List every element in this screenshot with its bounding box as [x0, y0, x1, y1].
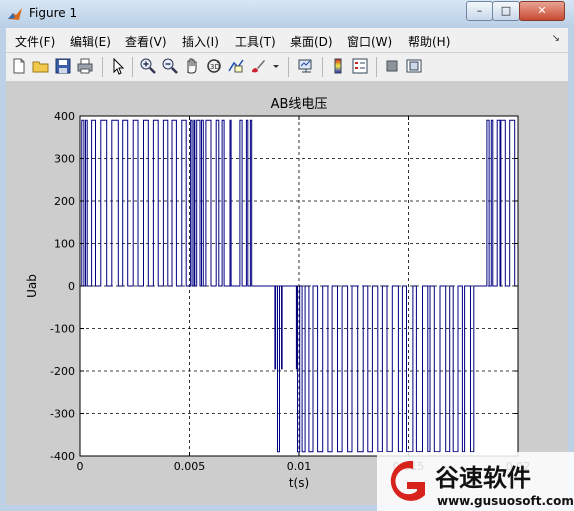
brush-icon[interactable] [249, 57, 267, 75]
zoom-out-icon[interactable] [161, 57, 179, 75]
colorbar-icon[interactable] [329, 57, 347, 75]
y-tick-label: 100 [54, 238, 75, 251]
maximize-button[interactable]: □ [492, 1, 520, 21]
x-tick-label: 0.005 [174, 460, 206, 473]
menu-dock-arrow-icon[interactable]: ↘ [552, 33, 560, 44]
x-tick-label: 0 [77, 460, 84, 473]
menu-bar: 文件(F) 编辑(E) 查看(V) 插入(I) 工具(T) 桌面(D) 窗口(W… [6, 28, 568, 53]
y-axis-label: Uab [25, 274, 39, 298]
watermark-url: www.gusuosoft.com [437, 494, 574, 508]
toolbar-separator [322, 57, 323, 77]
new-file-icon[interactable] [10, 57, 28, 75]
window-title: Figure 1 [29, 6, 78, 20]
data-cursor-icon[interactable] [227, 57, 245, 75]
open-folder-icon[interactable] [32, 57, 50, 75]
save-icon[interactable] [54, 57, 72, 75]
figure-canvas: 00.0050.010.0150.024003002001000-100-200… [6, 82, 568, 505]
hide-plot-tools-icon[interactable] [383, 57, 401, 75]
menu-file[interactable]: 文件(F) [15, 33, 55, 50]
menu-tools[interactable]: 工具(T) [235, 33, 276, 50]
y-tick-label: 300 [54, 153, 75, 166]
toolbar-separator [102, 57, 103, 77]
link-icon[interactable] [297, 57, 315, 75]
maximize-icon: □ [500, 4, 512, 17]
legend-icon[interactable] [351, 57, 369, 75]
svg-text:3D: 3D [210, 63, 220, 71]
toolbar-separator [288, 57, 289, 77]
pointer-icon[interactable] [109, 57, 127, 75]
y-tick-label: 0 [68, 280, 75, 293]
menu-window[interactable]: 窗口(W) [347, 33, 392, 50]
chart[interactable]: 00.0050.010.0150.024003002001000-100-200… [6, 82, 568, 505]
menu-edit[interactable]: 编辑(E) [70, 33, 111, 50]
watermark-brand: 谷速软件 [435, 464, 531, 492]
matlab-icon [8, 8, 22, 20]
y-tick-label: 400 [54, 110, 75, 123]
y-tick-label: -300 [50, 408, 75, 421]
watermark-logo: 谷速软件 www.gusuosoft.com [377, 452, 574, 511]
toolbar: 3D [6, 53, 568, 82]
title-bar[interactable]: Figure 1 – □ ✕ [0, 0, 574, 28]
x-tick-label: 0.01 [287, 460, 312, 473]
toolbar-separator [376, 57, 377, 77]
y-tick-label: -400 [50, 450, 75, 463]
chart-title: AB线电压 [271, 97, 328, 112]
close-icon: ✕ [537, 4, 547, 17]
minimize-button[interactable]: – [466, 1, 493, 21]
pan-hand-icon[interactable] [183, 57, 201, 75]
rotate-3d-icon[interactable]: 3D [205, 57, 223, 75]
menu-insert[interactable]: 插入(I) [182, 33, 219, 50]
brush-dropdown-icon[interactable] [271, 57, 281, 75]
zoom-in-icon[interactable] [139, 57, 157, 75]
close-button[interactable]: ✕ [519, 1, 565, 21]
menu-desktop[interactable]: 桌面(D) [290, 33, 333, 50]
toolbar-separator [132, 57, 133, 77]
menu-view[interactable]: 查看(V) [125, 33, 167, 50]
x-axis-label: t(s) [289, 476, 309, 490]
show-plot-tools-icon[interactable] [405, 57, 423, 75]
y-tick-label: 200 [54, 195, 75, 208]
menu-help[interactable]: 帮助(H) [408, 33, 450, 50]
y-tick-label: -200 [50, 365, 75, 378]
y-tick-label: -100 [50, 323, 75, 336]
print-icon[interactable] [76, 57, 94, 75]
minimize-icon: – [476, 4, 483, 17]
figure-window: Figure 1 – □ ✕ 文件(F) 编辑(E) 查看(V) 插入(I) 工… [0, 0, 574, 511]
